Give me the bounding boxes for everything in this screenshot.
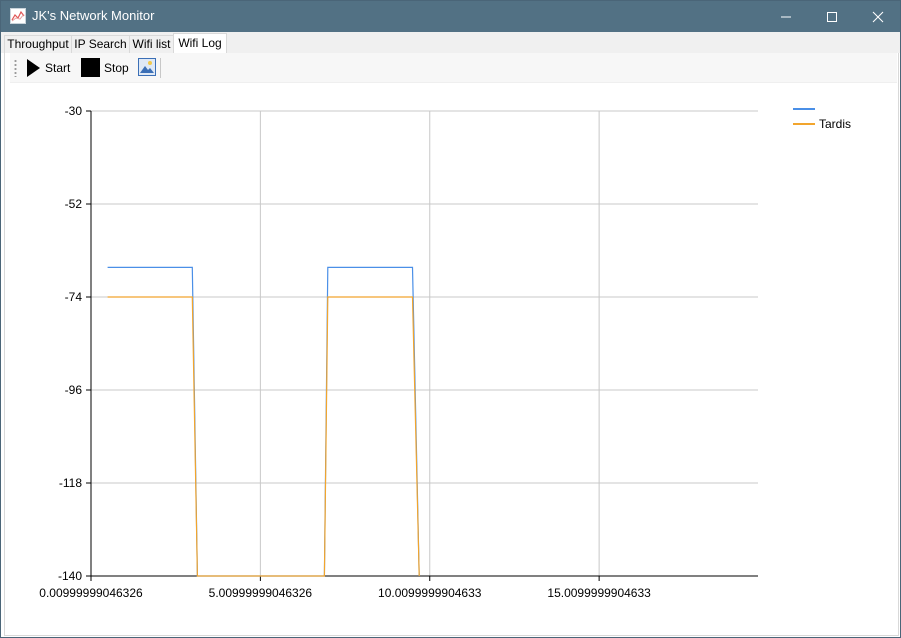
y-tick-label: -96 bbox=[65, 383, 83, 397]
wifi-signal-chart: -30 -52 -74 -96 -118 -140 0.00999999046326 5.00… bbox=[39, 104, 851, 600]
x-tick-label: 0.00999999046326 bbox=[39, 586, 143, 600]
y-tick-label: -118 bbox=[59, 476, 82, 490]
series-line-2 bbox=[107, 296, 420, 577]
series-line-1 bbox=[107, 266, 420, 577]
y-tick-label: -140 bbox=[58, 569, 82, 583]
legend-label-2: Tardis bbox=[819, 117, 851, 131]
y-tick-label: -30 bbox=[65, 104, 83, 118]
app-window: JK's Network Monitor Throughput IP Searc… bbox=[0, 0, 901, 638]
y-tick-label: -74 bbox=[65, 290, 83, 304]
x-tick-label: 5.00999999046326 bbox=[209, 586, 313, 600]
x-tick-label: 15.0099999904633 bbox=[547, 586, 651, 600]
y-tick-label: -52 bbox=[65, 197, 83, 211]
x-tick-label: 10.0099999904633 bbox=[378, 586, 482, 600]
